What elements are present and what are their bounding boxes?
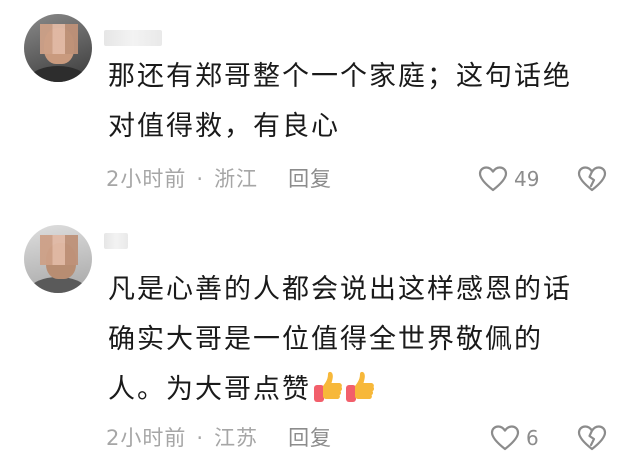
meta-separator: · <box>196 167 205 191</box>
like-count: 49 <box>514 167 540 191</box>
comment-item: 凡是心善的人都会说出这样感恩的话 确实大哥是一位值得全世界敬佩的 人。为大哥点赞… <box>0 215 640 460</box>
comment-text-line: 对值得救，有良心 <box>108 111 340 142</box>
avatar-mosaic <box>40 235 78 265</box>
thumbs-up-icon <box>314 371 343 402</box>
broken-heart-icon[interactable] <box>576 164 608 194</box>
comment-text-line: 确实大哥是一位值得全世界敬佩的 <box>108 324 543 355</box>
comment-text-line: 那还有郑哥整个一个家庭；这句话绝 <box>108 61 572 92</box>
avatar-mosaic <box>40 24 78 54</box>
meta-separator: · <box>196 426 205 450</box>
like-count: 6 <box>526 426 539 450</box>
comment-text: 凡是心善的人都会说出这样感恩的话 确实大哥是一位值得全世界敬佩的 人。为大哥点赞 <box>108 265 608 415</box>
comment-meta: 2小时前 · 江苏 回复 <box>106 423 332 453</box>
heart-outline-icon <box>478 166 508 192</box>
comment-text-line: 凡是心善的人都会说出这样感恩的话 <box>108 274 572 305</box>
comment-text-line-last: 人。为大哥点赞 <box>108 365 608 415</box>
like-button[interactable]: 49 <box>478 164 539 194</box>
comment-item: 那还有郑哥整个一个家庭；这句话绝 对值得救，有良心 2小时前 · 浙江 回复 49 <box>0 0 640 205</box>
comment-text: 那还有郑哥整个一个家庭；这句话绝 对值得救，有良心 <box>108 52 608 152</box>
thumbs-up-icon <box>346 371 375 402</box>
avatar[interactable] <box>24 14 92 82</box>
broken-heart-icon[interactable] <box>576 423 608 453</box>
avatar-body <box>30 277 86 293</box>
reply-button[interactable]: 回复 <box>288 167 332 191</box>
username-blurred[interactable] <box>104 30 162 46</box>
avatar[interactable] <box>24 225 92 293</box>
reply-button[interactable]: 回复 <box>288 426 332 450</box>
avatar-body <box>30 66 86 82</box>
like-button[interactable]: 6 <box>490 423 539 453</box>
comment-location: 江苏 <box>214 426 259 450</box>
comment-location: 浙江 <box>214 167 259 191</box>
comment-time: 2小时前 <box>106 167 187 191</box>
comment-time: 2小时前 <box>106 426 187 450</box>
comment-meta: 2小时前 · 浙江 回复 <box>106 164 332 194</box>
heart-outline-icon <box>490 425 520 451</box>
comment-text-fragment: 人。为大哥点赞 <box>108 374 311 405</box>
username-blurred[interactable] <box>104 233 128 249</box>
